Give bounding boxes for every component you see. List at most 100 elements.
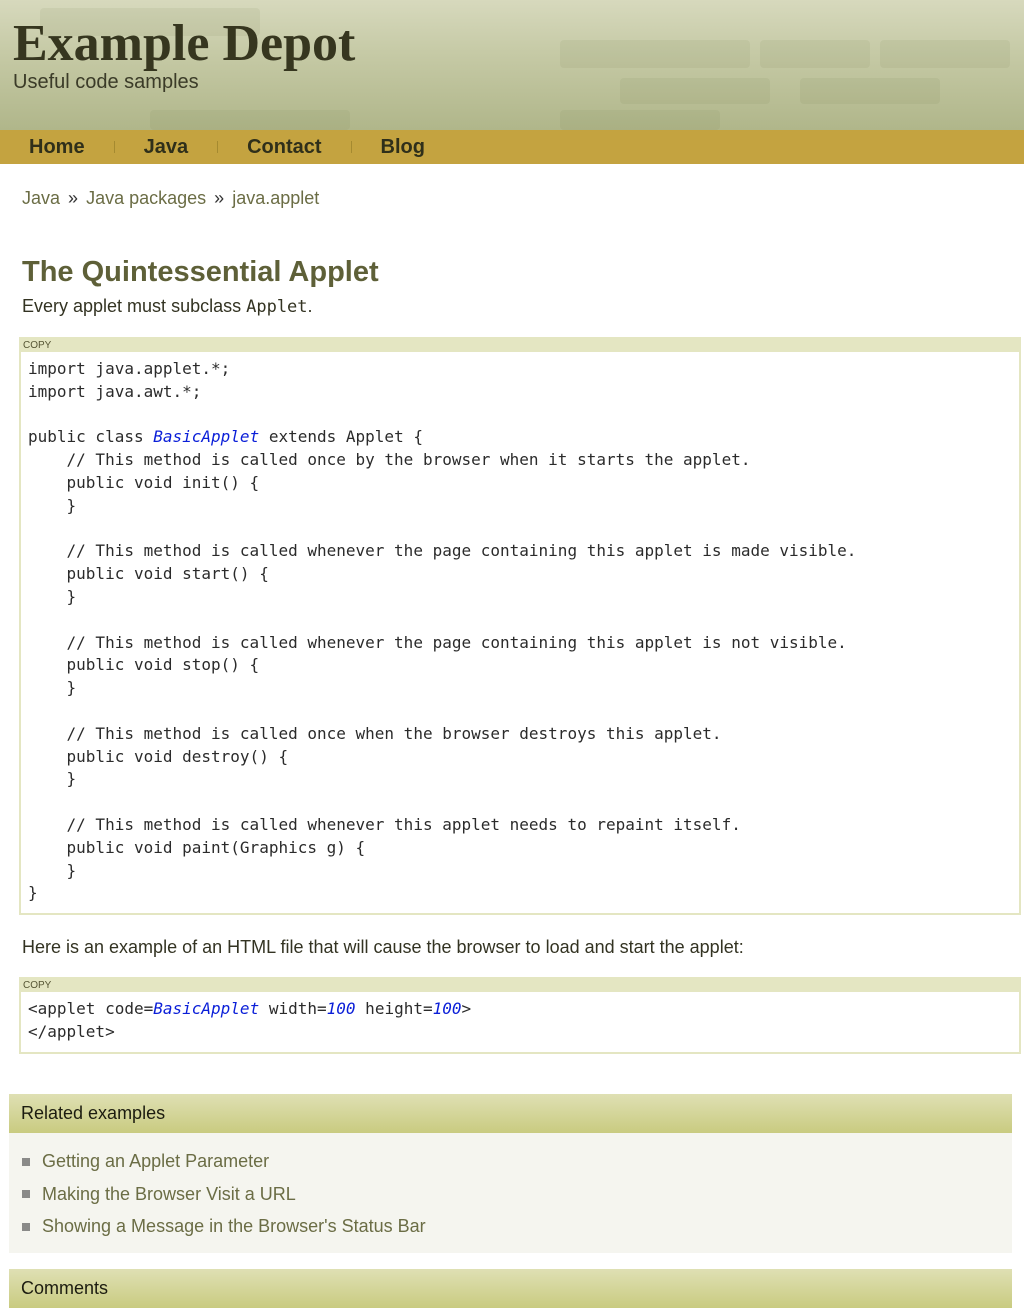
main-content: Java » Java packages » java.applet The Q… — [0, 188, 1024, 319]
code-text: // This method is called once by the bro… — [28, 450, 751, 470]
code-line: import java.awt.*; — [28, 381, 1012, 404]
code-highlight: BasicApplet — [153, 427, 260, 447]
code-text: public void init() { — [28, 472, 260, 492]
code-line: // This method is called whenever this a… — [28, 814, 1012, 837]
nav-divider — [350, 141, 352, 153]
code-line: <applet code=BasicApplet width=100 heigh… — [28, 998, 1012, 1021]
breadcrumb-separator: » — [68, 188, 79, 208]
list-item: Showing a Message in the Browser's Statu… — [9, 1211, 1012, 1244]
code-text: } — [28, 769, 77, 789]
site-header: Example Depot Useful code samples — [0, 0, 1024, 130]
header-texture — [800, 78, 940, 104]
code-highlight: 100 — [326, 999, 356, 1019]
code-highlight: 100 — [432, 999, 462, 1019]
related-link[interactable]: Getting an Applet Parameter — [42, 1151, 269, 1172]
list-item: Getting an Applet Parameter — [9, 1146, 1012, 1179]
nav-item-home[interactable]: Home — [12, 136, 102, 159]
code-line: public void start() { — [28, 563, 1012, 586]
code-text: public void start() { — [28, 564, 269, 584]
code-line: } — [28, 677, 1012, 700]
nav-divider — [113, 141, 115, 153]
html-code-block: COPY <applet code=BasicApplet width=100 … — [19, 977, 1021, 1054]
header-texture — [150, 110, 350, 130]
code-text: import java.awt.*; — [28, 381, 202, 401]
html-code[interactable]: <applet code=BasicApplet width=100 heigh… — [21, 992, 1019, 1052]
copy-button[interactable]: COPY — [21, 979, 1019, 993]
list-item: Making the Browser Visit a URL — [9, 1178, 1012, 1211]
site-title[interactable]: Example Depot — [13, 14, 355, 74]
code-text: height= — [355, 999, 433, 1019]
code-line: // This method is called once when the b… — [28, 723, 1012, 746]
header-texture — [560, 40, 750, 68]
comments-heading: Comments — [9, 1269, 1012, 1308]
header-texture — [760, 40, 870, 68]
related-link[interactable]: Making the Browser Visit a URL — [42, 1184, 296, 1205]
code-text: public void stop() { — [28, 655, 260, 675]
related-examples-list: Getting an Applet Parameter Making the B… — [9, 1132, 1012, 1254]
html-intro-wrap: Here is an example of an HTML file that … — [0, 935, 1024, 959]
page-title: The Quintessential Applet — [22, 256, 379, 288]
intro-prefix: Every applet must subclass — [22, 296, 247, 316]
code-text: public void destroy() { — [28, 746, 289, 766]
java-code[interactable]: import java.applet.*; import java.awt.*; p… — [21, 352, 1019, 913]
code-text: // This method is called whenever the pa… — [28, 541, 857, 561]
code-text: } — [28, 678, 77, 698]
code-text: width= — [259, 999, 327, 1019]
code-line: import java.applet.*; — [28, 358, 1012, 381]
square-bullet-icon — [22, 1222, 30, 1231]
code-text: // This method is called whenever the pa… — [28, 632, 847, 652]
related-link[interactable]: Showing a Message in the Browser's Statu… — [42, 1216, 426, 1237]
java-code-block: COPY import java.applet.*; import java.aw… — [19, 337, 1021, 916]
header-texture — [880, 40, 1010, 68]
code-line: // This method is called once by the bro… — [28, 449, 1012, 472]
code-line: public void init() { — [28, 472, 1012, 495]
copy-button[interactable]: COPY — [21, 339, 1019, 352]
header-texture — [560, 110, 720, 130]
square-bullet-icon — [22, 1157, 30, 1166]
code-line: public void paint(Graphics g) { — [28, 837, 1012, 860]
nav-item-java[interactable]: Java — [127, 136, 206, 159]
code-text: <applet code= — [28, 999, 154, 1019]
code-line: } — [28, 495, 1012, 518]
breadcrumb-link-java[interactable]: Java — [22, 188, 60, 208]
html-intro-text: Here is an example of an HTML file that … — [22, 937, 744, 958]
intro-suffix: . — [307, 296, 313, 316]
breadcrumb-link-java-packages[interactable]: Java packages — [86, 188, 206, 208]
code-text: > — [461, 999, 472, 1019]
code-line: public void destroy() { — [28, 746, 1012, 769]
code-line: // This method is called whenever the pa… — [28, 540, 1012, 563]
intro-code: Applet — [246, 297, 308, 317]
code-highlight: BasicApplet — [153, 999, 260, 1019]
code-text: import java.applet.*; — [28, 359, 231, 378]
site-tagline: Useful code samples — [13, 71, 199, 93]
code-text: } — [28, 860, 77, 880]
nav-divider — [217, 141, 219, 153]
related-examples-heading: Related examples — [9, 1093, 1012, 1133]
comments-section: Comments — [0, 1269, 1024, 1308]
code-text: } — [28, 495, 77, 515]
nav-item-blog[interactable]: Blog — [364, 136, 442, 159]
nav-item-contact[interactable]: Contact — [230, 136, 338, 159]
code-line: } — [28, 882, 1012, 905]
code-line: } — [28, 768, 1012, 791]
breadcrumb-link-java-applet[interactable]: java.applet — [232, 188, 319, 208]
code-line: </applet> — [28, 1021, 1012, 1044]
code-line: } — [28, 860, 1012, 883]
code-text: extends Applet { — [259, 427, 423, 447]
code-text: } — [28, 883, 38, 903]
related-examples-section: Related examples Getting an Applet Param… — [0, 1093, 1024, 1254]
code-line: // This method is called whenever the pa… — [28, 632, 1012, 655]
code-text: // This method is called whenever this a… — [28, 814, 741, 834]
breadcrumb: Java » Java packages » java.applet — [22, 188, 1002, 210]
code-text: } — [28, 586, 77, 606]
breadcrumb-separator: » — [214, 188, 225, 208]
code-text: </applet> — [28, 1021, 115, 1041]
code-line: } — [28, 586, 1012, 609]
header-texture — [620, 78, 770, 104]
square-bullet-icon — [22, 1190, 30, 1199]
main-nav: Home Java Contact Blog — [0, 130, 1024, 164]
